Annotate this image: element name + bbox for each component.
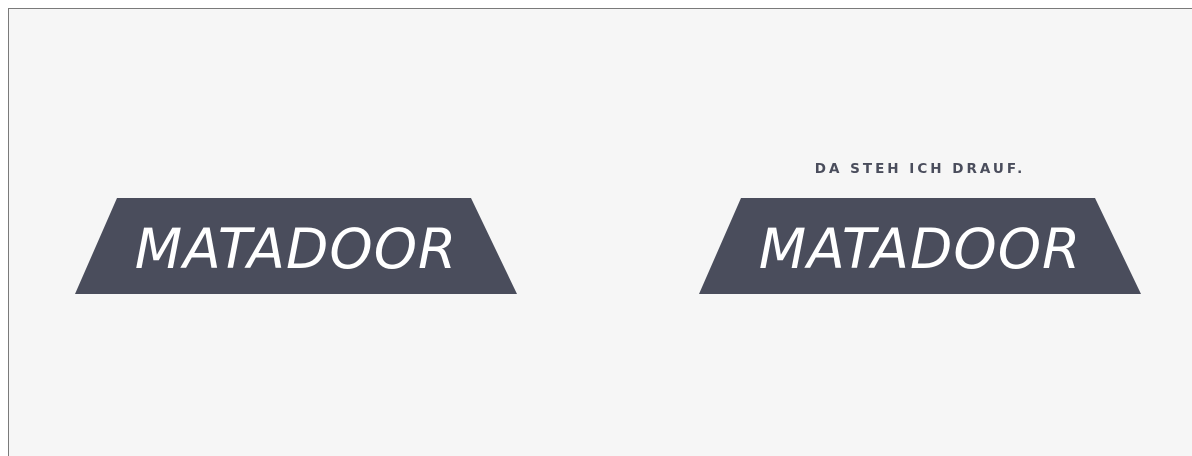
- matadoor-logo-with-tagline: MATADOOR: [699, 198, 1141, 294]
- logo-plate: MATADOOR: [699, 198, 1141, 294]
- matadoor-logo: MATADOOR: [75, 198, 517, 294]
- logo-plate: MATADOOR: [75, 198, 517, 294]
- logo-wordmark: MATADOOR: [135, 217, 457, 281]
- tagline: DA STEH ICH DRAUF.: [814, 161, 1026, 177]
- logo-wordmark: MATADOOR: [759, 217, 1081, 281]
- canvas-frame: MATADOOR DA STEH ICH DRAUF. MATADOOR: [8, 8, 1192, 456]
